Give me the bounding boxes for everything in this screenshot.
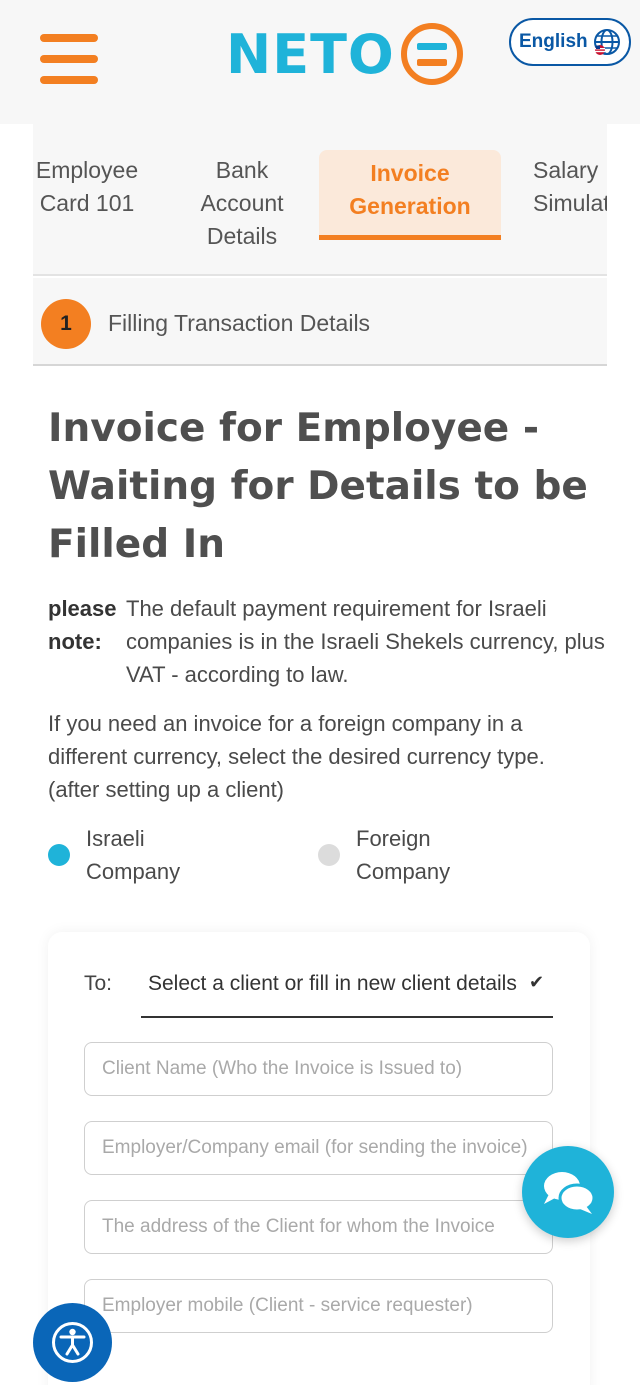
radio-label: Foreign Company [356,826,451,884]
logo[interactable]: NETO [226,22,463,86]
language-label: English [519,31,588,52]
employer-mobile-input[interactable] [84,1279,553,1333]
radio-selected-indicator[interactable] [48,844,70,866]
employer-email-input[interactable] [84,1121,553,1175]
tab-employee-card[interactable]: Employee Card 101 [33,154,141,220]
hamburger-icon[interactable] [40,34,98,84]
note-label: please note: [48,596,117,654]
step-label: Filling Transaction Details [108,310,371,336]
tab-bar: Employee Card 101 Bank Account Details I… [33,124,607,276]
client-select[interactable]: Select a client or fill in new client de… [141,962,553,1018]
chat-button[interactable] [522,1146,614,1238]
client-name-input[interactable] [84,1042,553,1096]
chat-bubbles-icon [544,1172,596,1214]
chevron-down-icon[interactable]: ✔ [529,972,544,993]
step-indicator: 1 Filling Transaction Details [33,278,607,366]
logo-text: NETO [226,22,395,86]
accessibility-button[interactable] [33,1303,112,1382]
client-address-input[interactable] [84,1200,553,1254]
neto-equals-icon [400,23,463,85]
to-label: To: [84,972,113,995]
page-title: Invoice for Employee - Waiting for Detai… [48,406,588,567]
tab-invoice-generation[interactable]: Invoice Generation [319,150,501,240]
radio-israeli-company[interactable]: Israeli Company [48,822,206,888]
radio-unselected-indicator[interactable] [318,844,340,866]
foreign-currency-info: If you need an invoice for a foreign com… [48,711,545,802]
tab-salary-simulator[interactable]: Salary Simulator [533,154,607,220]
globe-icon [593,29,620,55]
language-button[interactable]: English [509,18,631,66]
tab-bank-account[interactable]: Bank Account Details [188,154,296,253]
header: NETO English [0,0,640,124]
accessibility-icon [52,1322,93,1363]
radio-label: Israeli Company [86,826,181,884]
step-number-badge: 1 [41,299,91,349]
radio-foreign-company[interactable]: Foreign Company [318,822,476,888]
note-text: The default payment requirement for Isra… [126,596,605,687]
